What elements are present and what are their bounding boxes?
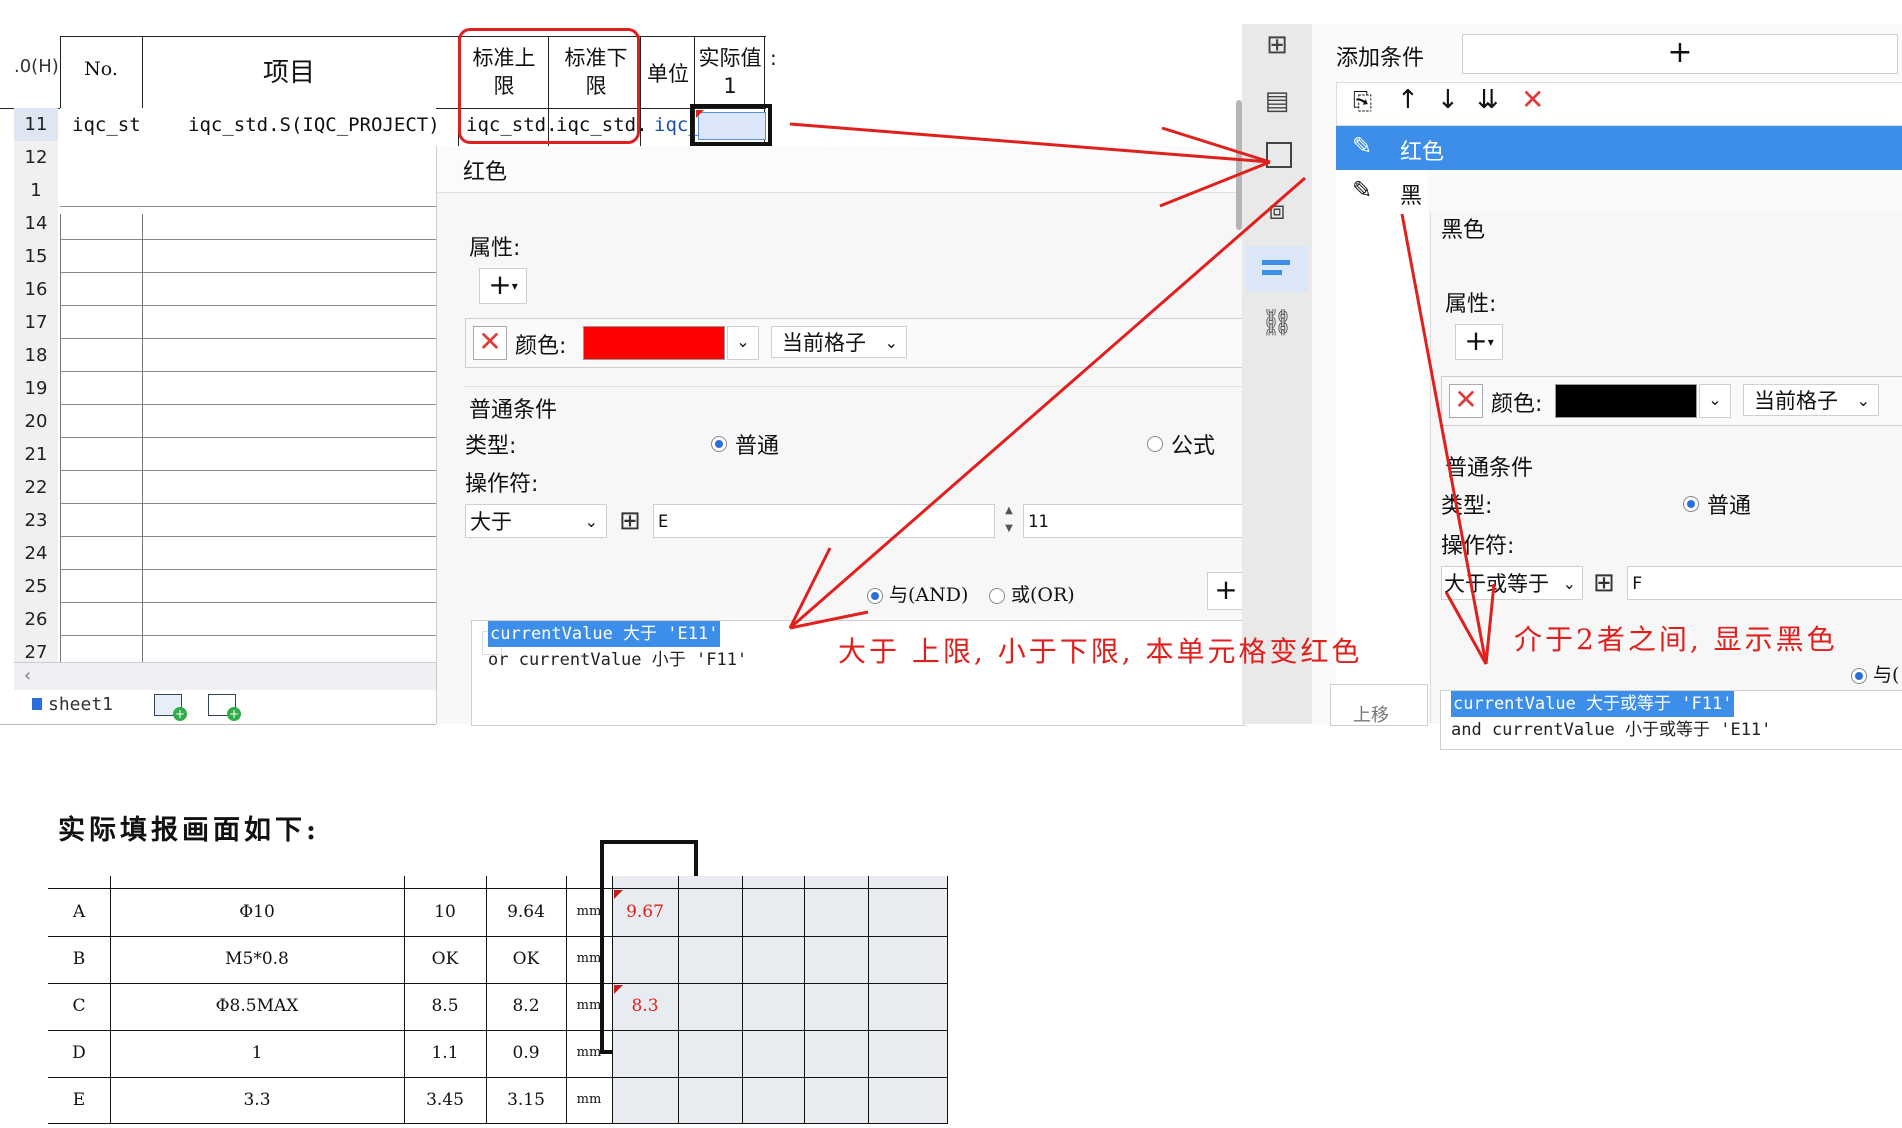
report-cell-unit: mm (576, 1092, 602, 1107)
red-rule-note: 大于 上限, 小于下限, 本单元格变红色 (838, 635, 1363, 668)
grid-line (48, 1030, 948, 1031)
report-title: 实际填报画面如下: (58, 815, 320, 846)
grid-line (804, 876, 805, 1124)
report-cell-lower: 8.2 (512, 996, 540, 1016)
comment-marker-icon (614, 985, 623, 994)
report-cell-upper: OK (431, 949, 459, 969)
arrow-to-black-condition (1400, 213, 1488, 665)
arrow-head (1159, 126, 1271, 208)
report-cell-lower: 0.9 (512, 1043, 540, 1063)
report-cell-code: C (72, 996, 86, 1016)
grid-line (868, 876, 869, 1124)
grid-line (48, 983, 948, 984)
report-cell-upper: 8.5 (431, 996, 459, 1016)
grid-line (48, 1077, 948, 1078)
arrow-to-condition-tab (789, 122, 1271, 164)
report-cell-code: B (72, 949, 86, 969)
grid-line (48, 936, 948, 937)
report-cell-unit: mm (576, 1045, 602, 1060)
report-cell-item: M5*0.8 (225, 949, 289, 969)
report-cell-unit: mm (576, 998, 602, 1013)
report-cell-code: D (72, 1043, 86, 1063)
report-cell-item: 1 (251, 1043, 263, 1063)
report-cell-unit: mm (576, 951, 602, 966)
report-cell-actual[interactable]: 9.67 (612, 902, 678, 922)
report-cell-lower: 9.64 (507, 902, 545, 922)
report-cell-item: Φ10 (239, 902, 275, 922)
report-cell-upper: 1.1 (431, 1043, 459, 1063)
black-rule-note: 介于2者之间, 显示黑色 (1514, 623, 1838, 656)
report-cell-unit: mm (576, 904, 602, 919)
report-cell-lower: OK (512, 949, 540, 969)
grid-line (742, 876, 743, 1124)
grid-line (48, 1123, 948, 1124)
grid-line (947, 876, 948, 1124)
report-cell-upper: 3.45 (426, 1090, 464, 1110)
report-cell-upper: 10 (434, 902, 456, 922)
arrow-head (1444, 583, 1496, 665)
report-cell-lower: 3.15 (507, 1090, 545, 1110)
grid-line (48, 888, 948, 889)
report-cell-actual[interactable]: 8.3 (612, 996, 678, 1016)
comment-marker-icon (614, 890, 623, 899)
report-cell-code: A (72, 902, 86, 922)
report-cell-item: 3.3 (243, 1090, 271, 1110)
report-cell-item: Φ8.5MAX (215, 996, 299, 1016)
report-table: A Φ10 10 9.64 mm 9.67 B M5*0.8 OK OK mm … (48, 876, 948, 1124)
report-cell-code: E (72, 1090, 86, 1110)
grid-line (678, 876, 679, 1124)
arrow-to-red-condition (789, 176, 1306, 630)
